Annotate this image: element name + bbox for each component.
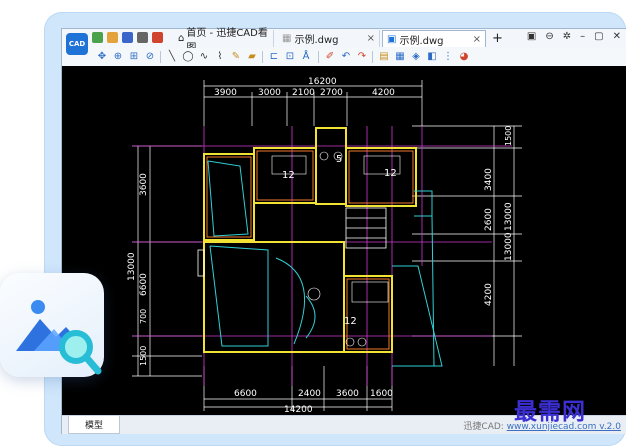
- grid-icon[interactable]: ▦: [394, 51, 406, 63]
- drawing-canvas[interactable]: 16200 3900 3000 2100 2700 4200 3600 6600…: [62, 66, 626, 415]
- eraser-icon[interactable]: ▰: [246, 51, 258, 63]
- dim-top-4: 2700: [320, 88, 343, 98]
- dim-right-1: 1500: [504, 126, 513, 146]
- dim-bottom-total: 14200: [284, 405, 313, 415]
- window-controls: ▣ ⊖ ✲ – ▢ ✕: [527, 31, 621, 42]
- undo-icon[interactable]: ↶: [340, 51, 352, 63]
- redo-icon[interactable]: ↷: [356, 51, 368, 63]
- cad-viewer-window: ⌂ 首页 - 迅捷CAD看图 ▦ 示例.dwg × ▣ 示例.dwg × + ▣…: [61, 28, 626, 434]
- dim-bottom-3: 3600: [336, 389, 359, 399]
- dim-top-2: 3000: [258, 88, 281, 98]
- image-search-app-icon: [0, 273, 104, 377]
- tab-home[interactable]: ⌂ 首页 - 迅捷CAD看图: [174, 28, 274, 54]
- pan-icon[interactable]: ✥: [96, 51, 108, 63]
- dim-top-1: 3900: [214, 88, 237, 98]
- close-tab-icon[interactable]: ×: [367, 33, 375, 44]
- dim-bottom-4: 1600: [370, 389, 393, 399]
- properties-icon[interactable]: ⋮: [442, 51, 454, 63]
- room-label-bedroom-3: 12: [344, 316, 357, 327]
- new-file-icon[interactable]: [92, 32, 103, 43]
- dim-left-2: 6600: [139, 273, 149, 296]
- arc-icon[interactable]: ∿: [198, 51, 210, 63]
- dim-bottom-2: 2400: [298, 389, 321, 399]
- close-icon[interactable]: ✕: [613, 31, 621, 42]
- pen-icon[interactable]: ✎: [230, 51, 242, 63]
- dim-bottom-1: 6600: [234, 389, 257, 399]
- dim-top-5: 4200: [372, 88, 395, 98]
- dim-right-6: 4200: [484, 283, 494, 306]
- dwg-file-icon: ▦: [282, 33, 292, 44]
- floor-plan-drawing: 16200 3900 3000 2100 2700 4200 3600 6600…: [127, 77, 522, 415]
- screen-icon[interactable]: ▣: [527, 31, 536, 42]
- dim-left-4: 1500: [139, 346, 148, 366]
- area-icon[interactable]: ⊡: [284, 51, 296, 63]
- cube-icon[interactable]: ◈: [410, 51, 422, 63]
- room-label-bedroom-1: 12: [282, 170, 295, 181]
- dim-top-total: 16200: [308, 77, 337, 87]
- dim-left-3: 13000: [127, 252, 137, 281]
- image-search-icon: [16, 300, 102, 375]
- minimize-icon[interactable]: –: [580, 31, 585, 42]
- room-label-bath: 5: [336, 154, 342, 165]
- tab-model[interactable]: 模型: [68, 416, 120, 434]
- line-icon[interactable]: ╲: [166, 51, 178, 63]
- zoom-previous-icon[interactable]: ⊘: [144, 51, 156, 63]
- circle-icon[interactable]: ◯: [182, 51, 194, 63]
- quick-access-toolbar: [92, 32, 163, 43]
- close-tab-icon[interactable]: ×: [473, 34, 481, 45]
- room-label-bedroom-2: 12: [384, 168, 397, 179]
- app-logo: CAD: [66, 33, 88, 55]
- pdf-icon[interactable]: [152, 32, 163, 43]
- dim-left-5: 700: [139, 309, 148, 324]
- save-icon[interactable]: [122, 32, 133, 43]
- dim-left-1: 3600: [139, 173, 149, 196]
- polyline-icon[interactable]: ⌇: [214, 51, 226, 63]
- tool-bar: ✥ ⊕ ⊞ ⊘ ╲ ◯ ∿ ⌇ ✎ ▰ ⊏ ⊡ Å ✐ ↶ ↷ ▤ ▦ ◈ ◧ …: [62, 48, 626, 67]
- home-icon: ⌂: [178, 33, 185, 44]
- gear-icon[interactable]: ✲: [563, 31, 571, 42]
- dwg-file-icon: ▣: [387, 33, 397, 45]
- annotate-icon[interactable]: ✐: [324, 51, 336, 63]
- new-tab-button[interactable]: +: [488, 30, 506, 47]
- dim-top-3: 2100: [292, 88, 315, 98]
- watermark-text: 最需网: [514, 399, 586, 425]
- zoom-window-icon[interactable]: ⊕: [112, 51, 124, 63]
- text-icon[interactable]: Å: [300, 51, 312, 63]
- measure-icon[interactable]: ⊏: [268, 51, 280, 63]
- zoom-icon[interactable]: ⊖: [545, 31, 553, 42]
- zoom-extents-icon[interactable]: ⊞: [128, 51, 140, 63]
- dim-right-3: 2600: [484, 208, 494, 231]
- tab-drawing-2[interactable]: ▣ 示例.dwg ×: [382, 30, 486, 47]
- print-icon[interactable]: [137, 32, 148, 43]
- tab-drawing-1[interactable]: ▦ 示例.dwg ×: [278, 30, 380, 47]
- color-wheel-icon[interactable]: ◕: [458, 51, 470, 63]
- dim-right-4: 13000: [504, 232, 514, 261]
- 3d-view-icon[interactable]: ◧: [426, 51, 438, 63]
- dim-right-2: 3400: [484, 168, 494, 191]
- tab-bar: ⌂ 首页 - 迅捷CAD看图 ▦ 示例.dwg × ▣ 示例.dwg × + ▣…: [62, 28, 626, 54]
- maximize-icon[interactable]: ▢: [594, 31, 603, 42]
- layer-icon[interactable]: ▤: [378, 51, 390, 63]
- open-folder-icon[interactable]: [107, 32, 118, 43]
- dim-right-5: 13000: [504, 202, 514, 231]
